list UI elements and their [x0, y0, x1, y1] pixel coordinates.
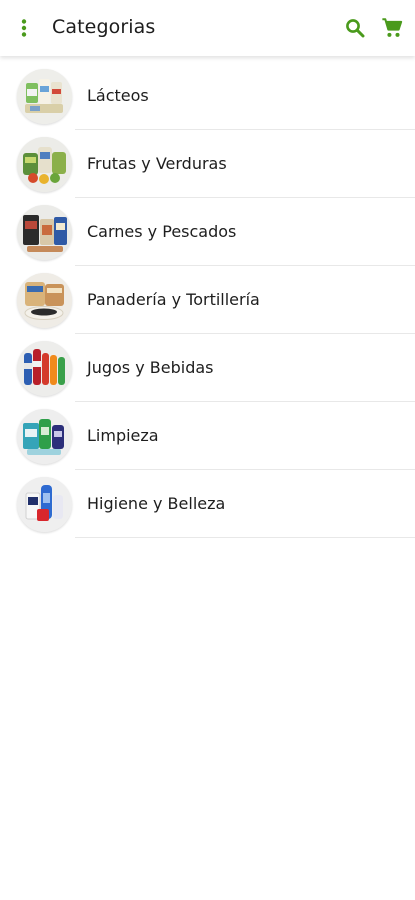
- more-vert-icon: [21, 19, 27, 37]
- overflow-menu-button[interactable]: [10, 12, 38, 44]
- category-item-frutas-verduras[interactable]: Frutas y Verduras: [0, 130, 415, 198]
- category-label: Limpieza: [87, 426, 159, 445]
- search-button[interactable]: [342, 15, 368, 41]
- category-item-higiene-belleza[interactable]: Higiene y Belleza: [0, 470, 415, 538]
- category-label: Frutas y Verduras: [87, 154, 227, 173]
- category-label: Carnes y Pescados: [87, 222, 237, 241]
- top-app-bar: Categorias: [0, 0, 415, 56]
- shopping-cart-icon: [382, 18, 403, 37]
- page-title: Categorias: [52, 16, 156, 38]
- category-label: Higiene y Belleza: [87, 494, 226, 513]
- divider: [75, 537, 415, 538]
- category-label: Panadería y Tortillería: [87, 290, 260, 309]
- category-item-jugos-bebidas[interactable]: Jugos y Bebidas: [0, 334, 415, 402]
- dairy-products-image: [17, 69, 72, 124]
- category-item-limpieza[interactable]: Limpieza: [0, 402, 415, 470]
- category-item-panaderia-tortilleria[interactable]: Panadería y Tortillería: [0, 266, 415, 334]
- category-list: Lácteos Frutas y Verduras Carnes y Pesca…: [0, 62, 415, 538]
- category-label: Jugos y Bebidas: [87, 358, 214, 377]
- bakery-image: [17, 273, 72, 328]
- fruits-vegetables-image: [17, 137, 72, 192]
- category-item-carnes-pescados[interactable]: Carnes y Pescados: [0, 198, 415, 266]
- category-item-lacteos[interactable]: Lácteos: [0, 62, 415, 130]
- meat-fish-image: [17, 205, 72, 260]
- hygiene-beauty-image: [17, 477, 72, 532]
- cart-button[interactable]: [378, 15, 406, 41]
- category-label: Lácteos: [87, 86, 149, 105]
- cleaning-products-image: [17, 409, 72, 464]
- categories-screen: Categorias Lácteos Frutas y Verduras Car…: [0, 0, 415, 900]
- juices-drinks-image: [17, 341, 72, 396]
- search-icon: [346, 19, 365, 38]
